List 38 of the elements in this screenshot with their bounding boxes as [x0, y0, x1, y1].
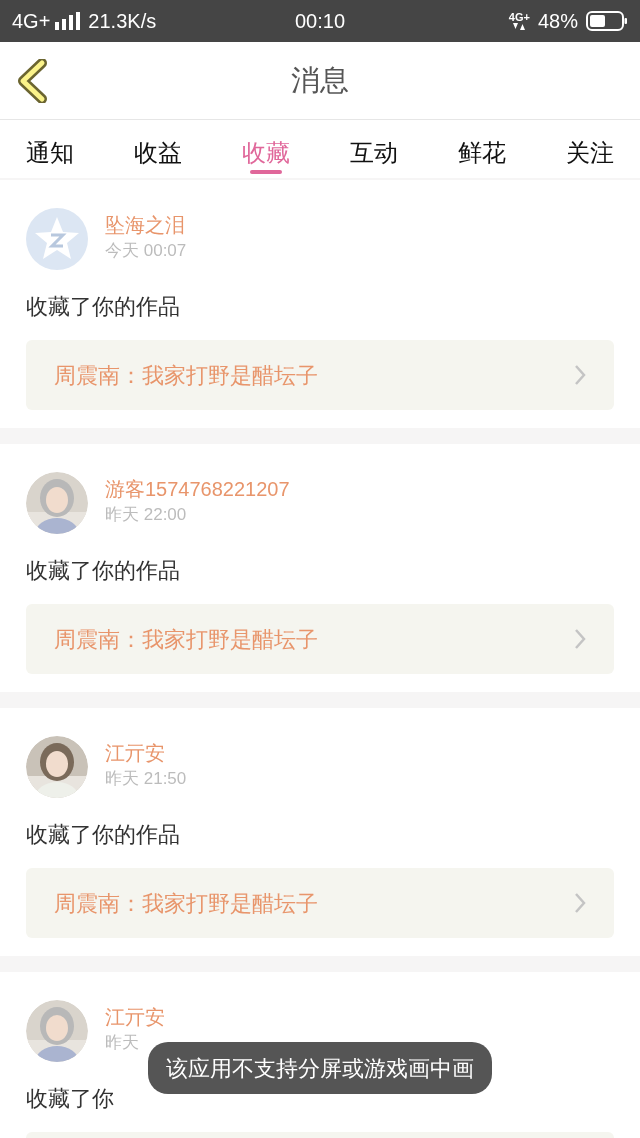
message-time: 昨天 21:50	[105, 768, 187, 790]
battery-percent: 48%	[537, 9, 578, 34]
message-time: 昨天 22:00	[105, 504, 188, 526]
user-name[interactable]: 游客1574768221207	[105, 476, 290, 502]
tab[interactable]: 互动	[350, 120, 398, 178]
work-title: 周震南：我家打野是醋坛子	[54, 361, 318, 390]
clock: 00:10	[294, 9, 346, 34]
default-avatar-icon	[26, 208, 88, 270]
chevron-right-icon	[574, 892, 586, 914]
network-label: 4G+	[508, 12, 530, 23]
user-name[interactable]: 江亓安	[105, 740, 187, 766]
chevron-right-icon	[574, 628, 586, 650]
tab[interactable]: 关注	[566, 120, 614, 178]
work-link[interactable]: 周震南：我家打野是醋坛子	[26, 604, 614, 674]
work-link[interactable]: 周震南：我家打野是醋坛子	[26, 340, 614, 410]
network-label: 4G+	[12, 9, 51, 34]
work-title: 周震南：我家打野是醋坛子	[54, 625, 318, 654]
work-title: 周震南：我家打野是醋坛子	[54, 889, 318, 918]
user-name[interactable]: 江亓安	[105, 1004, 165, 1030]
message-text: 收藏了你的作品	[26, 821, 181, 849]
user-name[interactable]: 坠海之泪	[105, 212, 187, 238]
speed-label: 21.3K/s	[88, 9, 157, 34]
tab[interactable]: 收益	[134, 120, 182, 178]
message-time: 昨天	[105, 1032, 140, 1054]
chevron-right-icon	[574, 364, 586, 386]
message-text: 收藏了你的作品	[26, 293, 181, 321]
message-text: 收藏了你	[26, 1085, 115, 1113]
toast-message: 该应用不支持分屏或游戏画中画	[148, 1042, 492, 1094]
tab[interactable]: 收藏	[242, 120, 290, 178]
battery-icon	[586, 11, 628, 31]
page-title: 消息	[291, 62, 349, 98]
tab[interactable]: 通知	[26, 120, 74, 178]
tab[interactable]: 鲜花	[458, 120, 506, 178]
work-link[interactable]: 周震南：我家打野是醋坛子	[26, 868, 614, 938]
data-arrows-icon	[513, 23, 526, 30]
back-button[interactable]	[16, 56, 50, 105]
message-text: 收藏了你的作品	[26, 557, 181, 585]
message-time: 今天 00:07	[105, 240, 187, 262]
